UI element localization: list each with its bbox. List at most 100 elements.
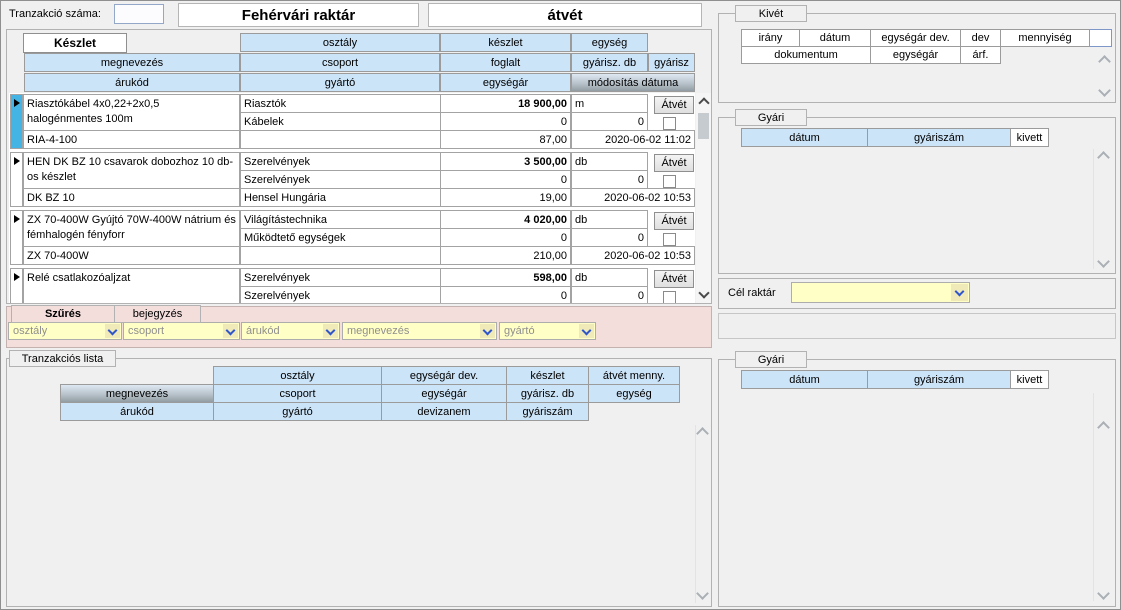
dropdown-arrow-icon[interactable] (951, 284, 968, 301)
atvet-checkbox[interactable] (663, 175, 676, 188)
filter-combo-arukod[interactable]: árukód (241, 322, 340, 340)
dropdown-arrow-icon[interactable] (105, 324, 120, 338)
cell-egyseg[interactable]: db (571, 210, 648, 229)
gyari2-header-gyariszam[interactable]: gyáriszám (867, 370, 1011, 389)
tab-szures[interactable]: Szűrés (11, 305, 115, 323)
stock-header-egysegar[interactable]: egységár (440, 73, 571, 92)
row-selector[interactable] (10, 152, 23, 207)
row-selector[interactable] (10, 268, 23, 303)
row-selector[interactable] (10, 210, 23, 265)
gyari2-header-datum[interactable]: dátum (741, 370, 868, 389)
stock-header-arukod[interactable]: árukód (24, 73, 240, 92)
cell-egysegar[interactable]: 87,00 (440, 130, 571, 149)
kivet-header-dokumentum[interactable]: dokumentum (741, 46, 871, 64)
scroll-down-icon[interactable] (698, 287, 709, 298)
tab-gyari-2[interactable]: Gyári (735, 351, 807, 368)
cell-megnevezes[interactable]: Riasztókábel 4x0,22+2x0,5 halogénmentes … (23, 94, 240, 131)
filter-combo-csoport[interactable]: csoport (123, 322, 240, 340)
cell-modositas-datuma[interactable]: 2020-06-02 10:53 (571, 188, 695, 207)
stock-header-modositas-datuma[interactable]: módosítás dátuma (571, 73, 695, 92)
dropdown-arrow-icon[interactable] (579, 324, 594, 338)
cell-csoport[interactable]: Szerelvények (240, 170, 441, 189)
stock-header-megnevezes[interactable]: megnevezés (24, 53, 240, 72)
cell-egysegar[interactable]: 210,00 (440, 246, 571, 265)
stock-header-gyarisz[interactable]: gyárisz (648, 53, 695, 72)
tl-header-atvet-menny[interactable]: átvét menny. (588, 366, 680, 385)
cell-csoport[interactable]: Szerelvények (240, 286, 441, 303)
cell-megnevezes[interactable]: Relé csatlakozóaljzat (23, 268, 240, 303)
cell-osztaly[interactable]: Szerelvények (240, 268, 441, 287)
tl-header-egysegar-dev[interactable]: egységár dev. (381, 366, 507, 385)
cell-arukod[interactable]: RIA-4-100 (23, 130, 240, 149)
tl-header-gyariszam[interactable]: gyáriszám (506, 402, 589, 421)
gyari1-header-gyariszam[interactable]: gyáriszám (867, 128, 1011, 147)
tl-header-egyseg[interactable]: egység (588, 384, 680, 403)
atvet-checkbox[interactable] (663, 291, 676, 303)
cell-gyarto[interactable] (240, 130, 441, 149)
atvet-checkbox[interactable] (663, 233, 676, 246)
tl-header-gyarisz-db[interactable]: gyárisz. db (506, 384, 589, 403)
cell-foglalt[interactable]: 0 (440, 112, 571, 131)
cell-osztaly[interactable]: Szerelvények (240, 152, 441, 171)
cell-arukod[interactable]: DK BZ 10 (23, 188, 240, 207)
stock-header-gyarisz-db[interactable]: gyárisz. db (571, 53, 648, 72)
kivet-header-filler-cell[interactable] (1089, 29, 1112, 47)
cell-gyarto[interactable]: Hensel Hungária (240, 188, 441, 207)
atvet-button[interactable]: Átvét (654, 270, 694, 288)
kivet-header-dev[interactable]: dev (960, 29, 1001, 47)
filter-combo-osztaly[interactable]: osztály (8, 322, 122, 340)
gyari1-header-datum[interactable]: dátum (741, 128, 868, 147)
cell-foglalt[interactable]: 0 (440, 286, 571, 303)
stock-header-foglalt[interactable]: foglalt (440, 53, 571, 72)
cell-megnevezes[interactable]: HEN DK BZ 10 csavarok dobozhoz 10 db-os … (23, 152, 240, 189)
cell-arukod[interactable]: ZX 70-400W (23, 246, 240, 265)
stock-header-csoport[interactable]: csoport (240, 53, 440, 72)
cell-gyarto[interactable] (240, 246, 441, 265)
keszlet-button[interactable]: Készlet (23, 33, 127, 53)
atvet-button[interactable]: Átvét (654, 96, 694, 114)
tl-header-devizanem[interactable]: devizanem (381, 402, 507, 421)
tab-bejegyzes[interactable]: bejegyzés (114, 305, 201, 323)
scroll-up-icon[interactable] (698, 97, 709, 108)
cell-keszlet[interactable]: 598,00 (440, 268, 571, 287)
stock-scrollbar[interactable] (696, 93, 711, 303)
cell-gyarisz-db[interactable]: 0 (571, 286, 648, 303)
cell-modositas-datuma[interactable]: 2020-06-02 11:02 (571, 130, 695, 149)
stock-header-egyseg[interactable]: egység (571, 33, 648, 52)
cell-foglalt[interactable]: 0 (440, 228, 571, 247)
atvet-button[interactable]: Átvét (654, 212, 694, 230)
cel-raktar-combo[interactable] (791, 282, 970, 303)
scrollbar-track[interactable] (695, 425, 696, 603)
dropdown-arrow-icon[interactable] (323, 324, 338, 338)
cell-csoport[interactable]: Kábelek (240, 112, 441, 131)
cell-egysegar[interactable]: 19,00 (440, 188, 571, 207)
filter-combo-megnevezes[interactable]: megnevezés (342, 322, 497, 340)
cell-gyarisz-db[interactable]: 0 (571, 112, 648, 131)
cell-gyarisz-db[interactable]: 0 (571, 228, 648, 247)
cell-modositas-datuma[interactable]: 2020-06-02 10:53 (571, 246, 695, 265)
gyari1-header-kivett[interactable]: kivett (1010, 128, 1049, 147)
row-selector[interactable] (10, 94, 23, 149)
cell-osztaly[interactable]: Világítástechnika (240, 210, 441, 229)
cell-egyseg[interactable]: db (571, 152, 648, 171)
cell-keszlet[interactable]: 3 500,00 (440, 152, 571, 171)
kivet-header-egysegar[interactable]: egységár (870, 46, 961, 64)
scrollbar-thumb[interactable] (698, 113, 709, 139)
stock-header-gyarto[interactable]: gyártó (240, 73, 440, 92)
tl-header-osztaly[interactable]: osztály (213, 366, 382, 385)
tab-tranzakcios-lista[interactable]: Tranzakciós lista (9, 350, 116, 367)
kivet-header-arf[interactable]: árf. (960, 46, 1001, 64)
gyari2-header-kivett[interactable]: kivett (1010, 370, 1049, 389)
cell-egyseg[interactable]: db (571, 268, 648, 287)
kivet-header-mennyiseg[interactable]: mennyiség (1000, 29, 1090, 47)
kivet-header-datum[interactable]: dátum (799, 29, 871, 47)
transaction-number-input[interactable] (114, 4, 164, 24)
tab-kivet[interactable]: Kivét (735, 5, 807, 22)
cell-keszlet[interactable]: 4 020,00 (440, 210, 571, 229)
cell-foglalt[interactable]: 0 (440, 170, 571, 189)
cell-egyseg[interactable]: m (571, 94, 648, 113)
cell-gyarisz-db[interactable]: 0 (571, 170, 648, 189)
tl-header-keszlet[interactable]: készlet (506, 366, 589, 385)
kivet-header-egysegar-dev[interactable]: egységár dev. (870, 29, 961, 47)
kivet-header-irany[interactable]: irány (741, 29, 800, 47)
